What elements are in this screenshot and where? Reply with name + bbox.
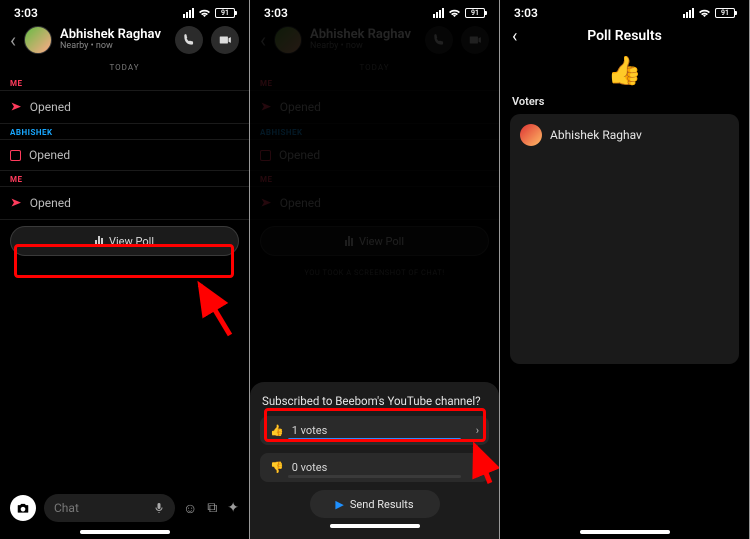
poll-votes-text: 0 votes xyxy=(292,461,328,474)
sender-label-other: ABHISHEK xyxy=(0,124,249,139)
chevron-right-icon: › xyxy=(476,424,479,437)
status-time: 3:03 xyxy=(264,6,288,20)
sender-label-me: ME xyxy=(0,171,249,186)
chat-header: ‹ Abhishek Raghav Nearby • now xyxy=(250,22,499,62)
status-bar: 3:03 91 xyxy=(0,0,249,22)
status-time: 3:03 xyxy=(14,6,38,20)
screenshot-note: YOU TOOK A SCREENSHOT OF CHAT! xyxy=(250,262,499,283)
gallery-button[interactable]: ⧉ xyxy=(207,500,217,517)
poll-votes-text: 1 votes xyxy=(292,424,328,437)
signal-icon xyxy=(433,8,444,18)
send-results-label: Send Results xyxy=(350,498,414,511)
wifi-icon xyxy=(448,8,461,18)
thumbs-down-icon: 👎 xyxy=(270,461,284,474)
back-button[interactable]: ‹ xyxy=(512,26,517,47)
poll-question: Subscribed to Beebom's YouTube channel? xyxy=(260,394,489,416)
poll-bottom-sheet: Subscribed to Beebom's YouTube channel? … xyxy=(250,382,499,539)
home-indicator[interactable] xyxy=(580,530,670,534)
chat-header: ‹ Abhishek Raghav Nearby • now xyxy=(0,22,249,62)
panel-2-poll-sheet: 3:03 91 ‹ Abhishek Raghav Nearby • now T… xyxy=(250,0,499,539)
rocket-button[interactable]: ✦ xyxy=(227,500,239,517)
sender-label-me: ME xyxy=(0,75,249,90)
mic-icon[interactable] xyxy=(153,502,165,514)
home-indicator[interactable] xyxy=(80,530,170,534)
thumbs-up-icon: 👍 xyxy=(270,424,284,437)
message-status: Opened xyxy=(30,196,71,210)
avatar[interactable] xyxy=(24,26,52,54)
send-icon: ▶ xyxy=(335,498,343,511)
message-row-opened[interactable]: ➤ Opened xyxy=(0,90,249,124)
contact-name: Abhishek Raghav xyxy=(310,28,417,42)
sent-icon: ➤ xyxy=(10,100,22,114)
message-status: Opened xyxy=(29,148,70,162)
audio-call-button[interactable] xyxy=(175,26,203,54)
battery-icon: 91 xyxy=(715,8,735,18)
avatar xyxy=(520,124,542,146)
chat-input-bar: Chat ☺ ⧉ ✦ xyxy=(0,486,249,530)
result-emoji: 👍 xyxy=(500,52,749,95)
contact-presence: Nearby • now xyxy=(60,42,167,52)
signal-icon xyxy=(183,8,194,18)
view-poll-label: View Poll xyxy=(109,235,154,248)
voter-name: Abhishek Raghav xyxy=(550,128,642,142)
view-poll-button[interactable]: View Poll xyxy=(10,226,239,256)
contact-presence: Nearby • now xyxy=(310,42,417,52)
video-call-button[interactable] xyxy=(211,26,239,54)
results-header: ‹ Poll Results xyxy=(500,22,749,52)
day-label: TODAY xyxy=(0,62,249,75)
wifi-icon xyxy=(198,8,211,18)
contact-name[interactable]: Abhishek Raghav xyxy=(60,28,167,42)
status-bar: 3:03 91 xyxy=(250,0,499,22)
voters-label: Voters xyxy=(500,95,749,114)
battery-icon: 91 xyxy=(215,8,235,18)
sent-icon: ➤ xyxy=(10,196,22,210)
audio-call-button[interactable] xyxy=(425,26,453,54)
emoji-button[interactable]: ☺ xyxy=(183,500,197,517)
home-indicator[interactable] xyxy=(330,524,420,528)
received-icon xyxy=(10,150,21,161)
chevron-right-icon: › xyxy=(476,461,479,474)
back-button[interactable]: ‹ xyxy=(10,28,16,52)
voters-list: Abhishek Raghav xyxy=(510,114,739,364)
voter-row[interactable]: Abhishek Raghav xyxy=(520,124,729,146)
poll-icon xyxy=(95,236,103,246)
wifi-icon xyxy=(698,8,711,18)
signal-icon xyxy=(683,8,694,18)
page-title: Poll Results xyxy=(587,28,662,44)
video-call-button[interactable] xyxy=(461,26,489,54)
panel-3-poll-results: 3:03 91 ‹ Poll Results 👍 Voters Abhishek… xyxy=(500,0,749,539)
camera-button[interactable] xyxy=(10,495,36,521)
panel-1-chat: 3:03 91 ‹ Abhishek Raghav Nearby • now T… xyxy=(0,0,249,539)
back-button[interactable]: ‹ xyxy=(260,28,266,52)
status-bar: 3:03 91 xyxy=(500,0,749,22)
message-row-opened[interactable]: Opened xyxy=(0,139,249,171)
message-status: Opened xyxy=(30,100,71,114)
poll-option-1[interactable]: 👍 1 votes › xyxy=(260,416,489,445)
avatar[interactable] xyxy=(274,26,302,54)
battery-icon: 91 xyxy=(465,8,485,18)
chat-text-input[interactable]: Chat xyxy=(44,494,175,522)
status-time: 3:03 xyxy=(514,6,538,20)
poll-option-2[interactable]: 👎 0 votes › xyxy=(260,453,489,482)
message-row-opened[interactable]: ➤ Opened xyxy=(0,186,249,220)
send-results-button[interactable]: ▶ Send Results xyxy=(310,490,440,518)
